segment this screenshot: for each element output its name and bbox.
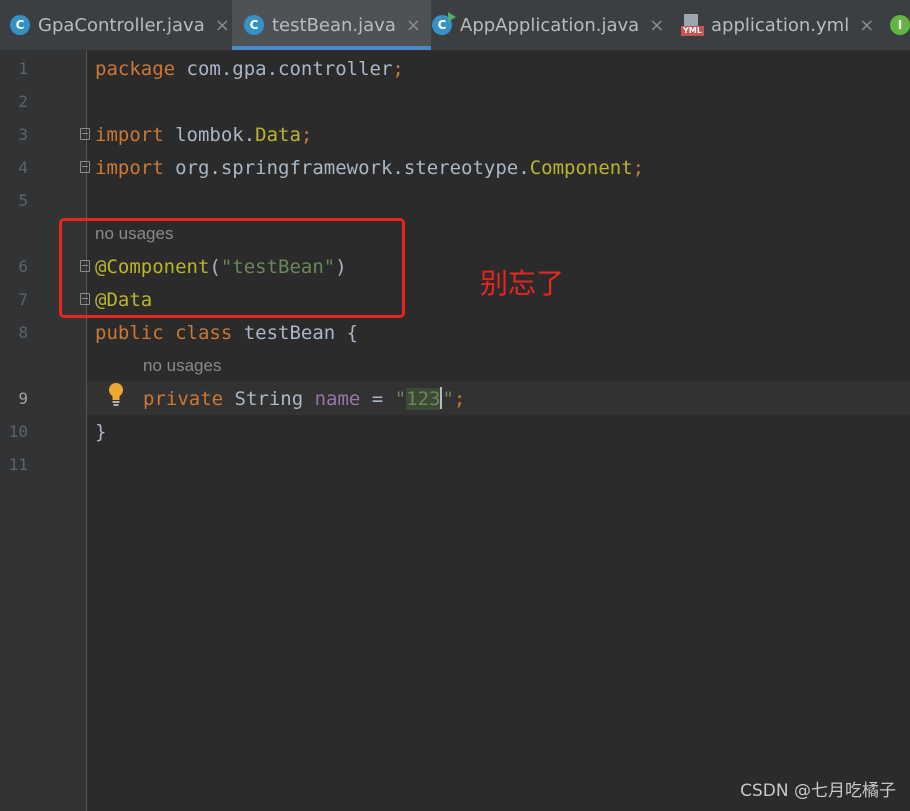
code-line-10[interactable]: } — [95, 420, 106, 444]
annotation-note: 别忘了 — [480, 267, 565, 300]
yml-label: YML — [681, 26, 704, 36]
editor-tab-bar: C GpaController.java × C testBean.java ×… — [0, 0, 910, 51]
keyword: private — [143, 388, 224, 410]
keyword: public class — [95, 322, 233, 344]
keyword: package — [95, 58, 176, 80]
class-letter: C — [437, 18, 447, 32]
class-icon: C — [244, 15, 264, 35]
close-icon[interactable]: × — [406, 15, 421, 36]
tab-testbean[interactable]: C testBean.java × — [232, 0, 431, 50]
lightbulb-icon[interactable] — [106, 382, 126, 408]
code-line-3[interactable]: import lombok.Data; — [95, 123, 312, 147]
tab-label: AppApplication.java — [460, 14, 640, 36]
keyword: import — [95, 157, 164, 179]
line-number: 7 — [18, 290, 28, 309]
package-name: com.gpa.controller — [175, 58, 393, 80]
keyword: import — [95, 124, 164, 146]
close-icon[interactable]: × — [649, 15, 664, 36]
tab-label: GpaController.java — [38, 14, 205, 36]
import-class: Component — [529, 157, 633, 179]
line-number: 8 — [18, 323, 28, 342]
code-line-9[interactable]: private String name = "123 "; — [143, 387, 465, 411]
usages-inlay-hint[interactable]: no usages — [143, 356, 221, 376]
semicolon: ; — [300, 124, 313, 146]
class-icon: C — [10, 15, 30, 35]
code-line-1[interactable]: package com.gpa.controller; — [95, 57, 404, 81]
closing-brace: } — [95, 421, 107, 443]
line-number: 5 — [18, 191, 28, 210]
line-number: 11 — [8, 455, 28, 474]
semicolon: ; — [632, 157, 645, 179]
tab-application-yml[interactable]: YML application.yml × — [681, 0, 874, 50]
fold-icon[interactable] — [80, 161, 90, 173]
code-line-4[interactable]: import org.springframework.stereotype.Co… — [95, 156, 644, 180]
close-icon[interactable]: × — [859, 15, 874, 36]
semicolon: ; — [453, 388, 466, 410]
string-value: 123 — [406, 388, 441, 410]
tab-appapplication[interactable]: C AppApplication.java × — [432, 0, 664, 50]
tab-interface[interactable]: I — [890, 0, 910, 50]
import-path: org.springframework.stereotype. — [163, 157, 530, 179]
line-number: 4 — [18, 158, 28, 177]
line-number-current: 9 — [18, 389, 28, 408]
class-name: testBean { — [232, 322, 359, 344]
run-class-icon: C — [432, 12, 456, 35]
quote: " — [394, 388, 407, 410]
highlight-box — [59, 218, 405, 318]
close-icon[interactable]: × — [215, 15, 230, 36]
operator: = — [360, 388, 395, 410]
fold-icon[interactable] — [80, 128, 90, 140]
line-number: 10 — [8, 422, 28, 441]
code-line-8[interactable]: public class testBean { — [95, 321, 358, 345]
import-path: lombok. — [163, 124, 256, 146]
line-number: 2 — [18, 92, 28, 111]
interface-icon: I — [890, 15, 910, 35]
field-name: name — [314, 388, 361, 410]
line-number: 6 — [18, 257, 28, 276]
type-name: String — [223, 388, 315, 410]
tab-gpacontroller[interactable]: C GpaController.java × — [10, 0, 230, 50]
line-number: 3 — [18, 125, 28, 144]
yml-icon: YML — [681, 14, 704, 36]
quote: " — [442, 388, 454, 410]
import-class: Data — [255, 124, 301, 146]
line-number: 1 — [18, 59, 28, 78]
tab-label: application.yml — [711, 14, 850, 36]
semicolon: ; — [392, 58, 404, 80]
watermark: CSDN @七月吃橘子 — [740, 781, 896, 801]
tab-label: testBean.java — [272, 14, 396, 36]
